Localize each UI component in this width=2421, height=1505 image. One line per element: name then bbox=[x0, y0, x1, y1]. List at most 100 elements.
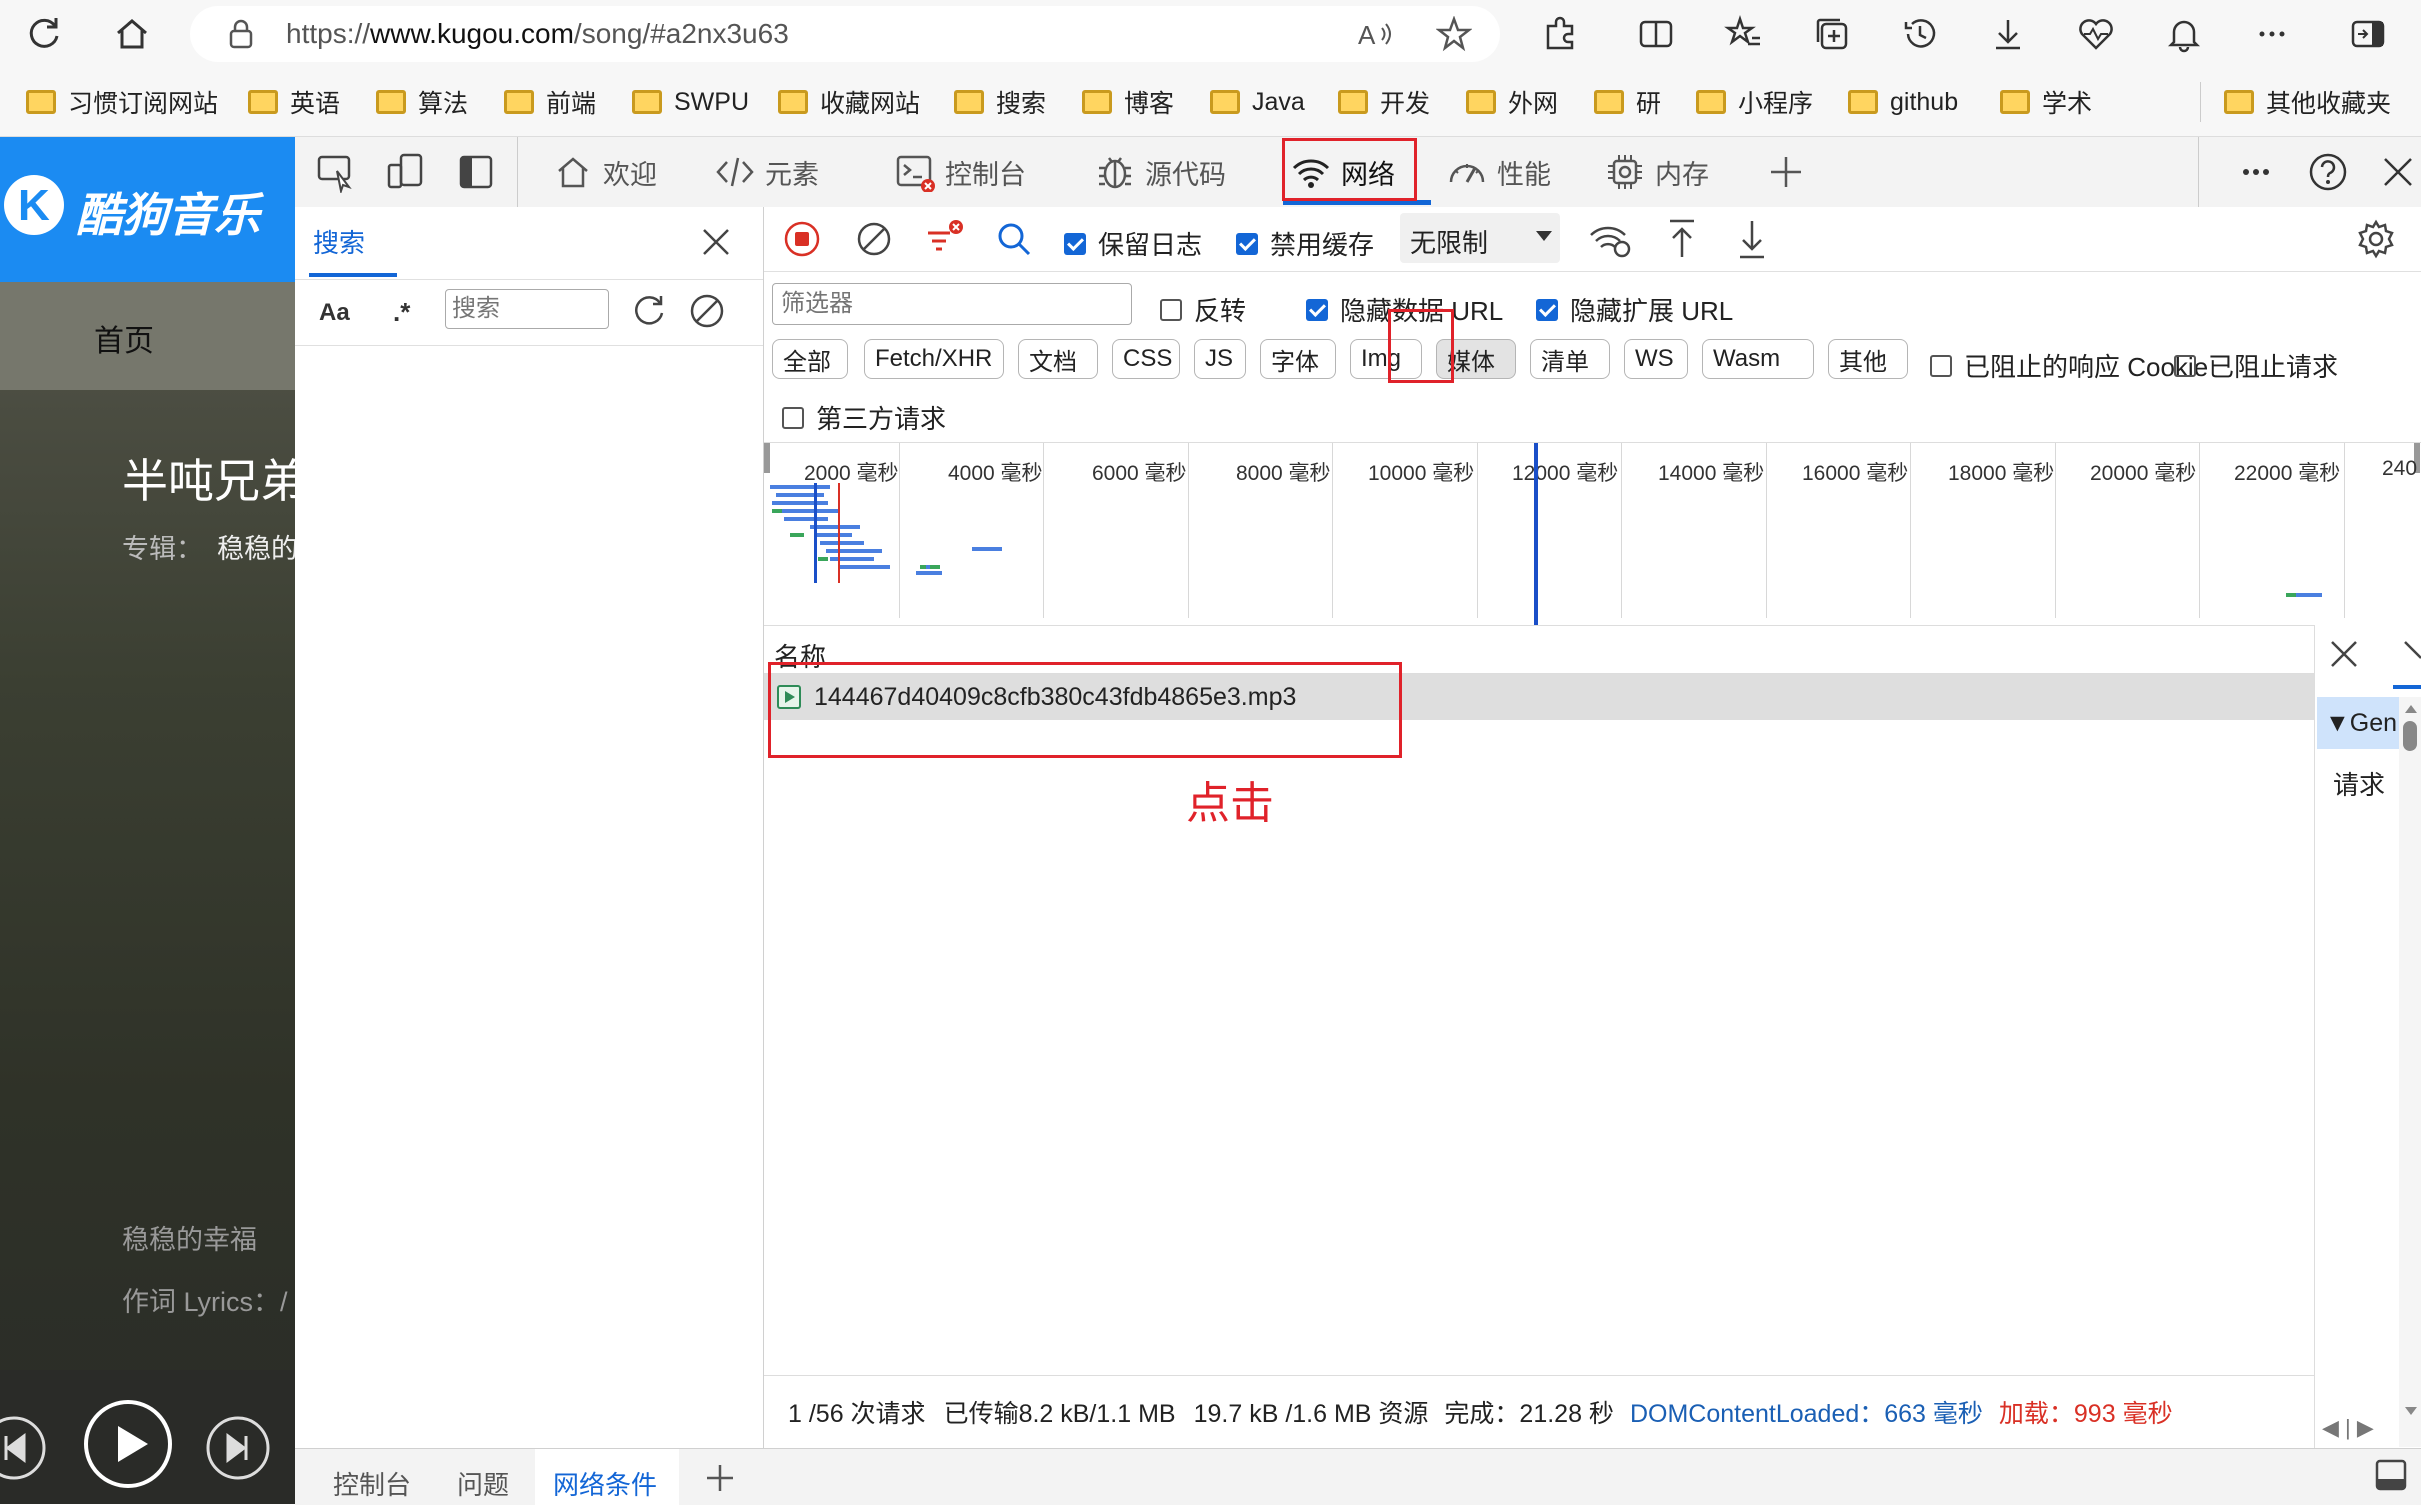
tab-memory[interactable]: 内存 bbox=[1605, 147, 1709, 197]
request-section-label[interactable]: 请求 bbox=[2333, 765, 2385, 802]
sidebar-toggle-icon[interactable] bbox=[2348, 14, 2388, 54]
bookmark-folder[interactable]: SWPU bbox=[632, 82, 749, 122]
scrollbar-thumb[interactable] bbox=[2403, 721, 2417, 751]
kugou-logo-icon[interactable]: K bbox=[4, 175, 64, 235]
bookmark-folder[interactable]: 学术 bbox=[2000, 82, 2092, 122]
bookmark-folder[interactable]: 博客 bbox=[1082, 82, 1174, 122]
previous-track-icon[interactable] bbox=[0, 1412, 50, 1484]
throttling-select[interactable]: 无限制 bbox=[1400, 213, 1560, 263]
bookmark-folder[interactable]: 算法 bbox=[376, 82, 468, 122]
favorites-icon[interactable] bbox=[1724, 14, 1764, 54]
scroll-up-arrow-icon[interactable] bbox=[2405, 705, 2417, 713]
scroll-down-arrow-icon[interactable] bbox=[2405, 1407, 2417, 1415]
type-filter-ws[interactable]: WS bbox=[1624, 339, 1688, 379]
checkbox-unchecked[interactable] bbox=[2174, 354, 2196, 377]
search-icon[interactable] bbox=[994, 219, 1034, 259]
type-filter-css[interactable]: CSS bbox=[1112, 339, 1180, 379]
performance-heart-icon[interactable] bbox=[2076, 14, 2116, 54]
drawer-tab-console[interactable]: 控制台 bbox=[333, 1465, 411, 1502]
close-detail-icon[interactable] bbox=[2327, 637, 2361, 671]
network-conditions-icon[interactable] bbox=[1588, 219, 1632, 259]
play-button-icon[interactable] bbox=[82, 1398, 174, 1490]
type-filter-doc[interactable]: 文档 bbox=[1018, 339, 1098, 379]
third-party-checkbox[interactable]: 第三方请求 bbox=[782, 399, 946, 436]
tab-welcome[interactable]: 欢迎 bbox=[553, 147, 657, 197]
dock-drawer-icon[interactable] bbox=[2373, 1457, 2409, 1493]
next-track-icon[interactable] bbox=[202, 1412, 274, 1484]
tab-console[interactable]: 控制台 bbox=[895, 147, 1026, 197]
match-case-toggle[interactable]: Aa bbox=[319, 299, 350, 327]
add-tab-icon[interactable] bbox=[1767, 153, 1805, 191]
disable-cache-checkbox[interactable]: 禁用缓存 bbox=[1236, 225, 1374, 262]
type-filter-fetch-xhr[interactable]: Fetch/XHR bbox=[864, 339, 1004, 379]
clear-log-icon[interactable] bbox=[854, 219, 894, 259]
type-filter-manifest[interactable]: 清单 bbox=[1530, 339, 1610, 379]
record-stop-icon[interactable] bbox=[782, 219, 822, 259]
dock-side-icon[interactable] bbox=[455, 151, 497, 193]
hide-extension-url-checkbox[interactable]: 隐藏扩展 URL bbox=[1536, 291, 1733, 328]
export-har-icon[interactable] bbox=[1732, 217, 1772, 261]
checkbox-checked[interactable] bbox=[1306, 298, 1328, 321]
home-icon[interactable] bbox=[110, 12, 154, 56]
bookmark-folder[interactable]: 习惯订阅网站 bbox=[26, 82, 218, 122]
tab-performance[interactable]: 性能 bbox=[1447, 147, 1551, 197]
filter-funnel-icon[interactable] bbox=[922, 217, 966, 261]
more-menu-icon[interactable] bbox=[2252, 14, 2292, 54]
checkbox-checked[interactable] bbox=[1064, 232, 1086, 255]
checkbox-unchecked[interactable] bbox=[1160, 298, 1182, 321]
close-icon[interactable] bbox=[2401, 637, 2421, 671]
inspect-element-icon[interactable] bbox=[315, 151, 357, 193]
detail-scrollbar[interactable] bbox=[2399, 697, 2421, 1447]
regex-toggle[interactable]: .* bbox=[393, 297, 410, 328]
checkbox-unchecked[interactable] bbox=[1930, 354, 1952, 377]
network-overview[interactable]: 2000 毫秒 4000 毫秒 6000 毫秒 8000 毫秒 10000 毫秒… bbox=[764, 442, 2421, 626]
bookmark-folder[interactable]: 搜索 bbox=[954, 82, 1046, 122]
bookmark-folder[interactable]: 外网 bbox=[1466, 82, 1558, 122]
type-filter-font[interactable]: 字体 bbox=[1260, 339, 1336, 379]
bookmark-folder[interactable]: Java bbox=[1210, 82, 1305, 122]
clear-search-icon[interactable] bbox=[687, 291, 727, 331]
favorite-star-icon[interactable] bbox=[1436, 16, 1472, 52]
device-emulation-icon[interactable] bbox=[385, 151, 427, 193]
filter-input[interactable] bbox=[772, 283, 1132, 325]
more-options-icon[interactable] bbox=[2237, 153, 2275, 191]
tab-sources[interactable]: 源代码 bbox=[1095, 147, 1226, 197]
address-bar[interactable]: https://www.kugou.com/song/#a2nx3u63 A bbox=[190, 6, 1500, 62]
type-filter-wasm[interactable]: Wasm bbox=[1702, 339, 1814, 379]
downloads-icon[interactable] bbox=[1988, 14, 2028, 54]
nav-home[interactable]: 首页 bbox=[94, 316, 154, 360]
drawer-tab-network-conditions[interactable]: 网络条件 bbox=[553, 1465, 657, 1502]
bookmark-folder[interactable]: 小程序 bbox=[1696, 82, 1813, 122]
overview-left-handle[interactable] bbox=[764, 443, 770, 473]
refresh-search-icon[interactable] bbox=[629, 291, 669, 331]
lock-icon[interactable] bbox=[226, 18, 256, 50]
blocked-cookie-checkbox[interactable]: 已阻止的响应 Cookie bbox=[1930, 347, 2208, 384]
history-icon[interactable] bbox=[1900, 14, 1940, 54]
url-text[interactable]: https://www.kugou.com/song/#a2nx3u63 bbox=[286, 18, 789, 50]
split-screen-icon[interactable] bbox=[1636, 14, 1676, 54]
type-filter-other[interactable]: 其他 bbox=[1828, 339, 1908, 379]
bookmark-folder[interactable]: 英语 bbox=[248, 82, 340, 122]
drawer-tab-issues[interactable]: 问题 bbox=[457, 1465, 509, 1502]
bookmark-folder[interactable]: 研 bbox=[1594, 82, 1661, 122]
checkbox-unchecked[interactable] bbox=[782, 406, 804, 429]
type-filter-js[interactable]: JS bbox=[1194, 339, 1246, 379]
help-icon[interactable] bbox=[2307, 151, 2349, 193]
bookmark-folder[interactable]: github bbox=[1848, 82, 1958, 122]
type-filter-all[interactable]: 全部 bbox=[772, 339, 848, 379]
checkbox-checked[interactable] bbox=[1536, 298, 1558, 321]
checkbox-checked[interactable] bbox=[1236, 232, 1258, 255]
horizontal-scroll-arrows-icon[interactable]: ◀ | ▶ bbox=[2322, 1415, 2374, 1441]
tab-search[interactable]: 搜索 bbox=[313, 223, 365, 260]
bookmark-folder[interactable]: 收藏网站 bbox=[778, 82, 920, 122]
extensions-icon[interactable] bbox=[1540, 14, 1580, 54]
blocked-requests-checkbox[interactable]: 已阻止请求 bbox=[2174, 347, 2338, 384]
network-settings-gear-icon[interactable] bbox=[2356, 219, 2396, 259]
tab-elements[interactable]: 元素 bbox=[715, 147, 819, 197]
search-input[interactable] bbox=[445, 289, 609, 329]
general-section-header[interactable]: ▼Gen bbox=[2317, 697, 2399, 749]
read-aloud-icon[interactable]: A bbox=[1356, 18, 1396, 52]
close-devtools-icon[interactable] bbox=[2379, 153, 2417, 191]
bookmark-folder[interactable]: 前端 bbox=[504, 82, 596, 122]
import-har-icon[interactable] bbox=[1662, 217, 1702, 261]
